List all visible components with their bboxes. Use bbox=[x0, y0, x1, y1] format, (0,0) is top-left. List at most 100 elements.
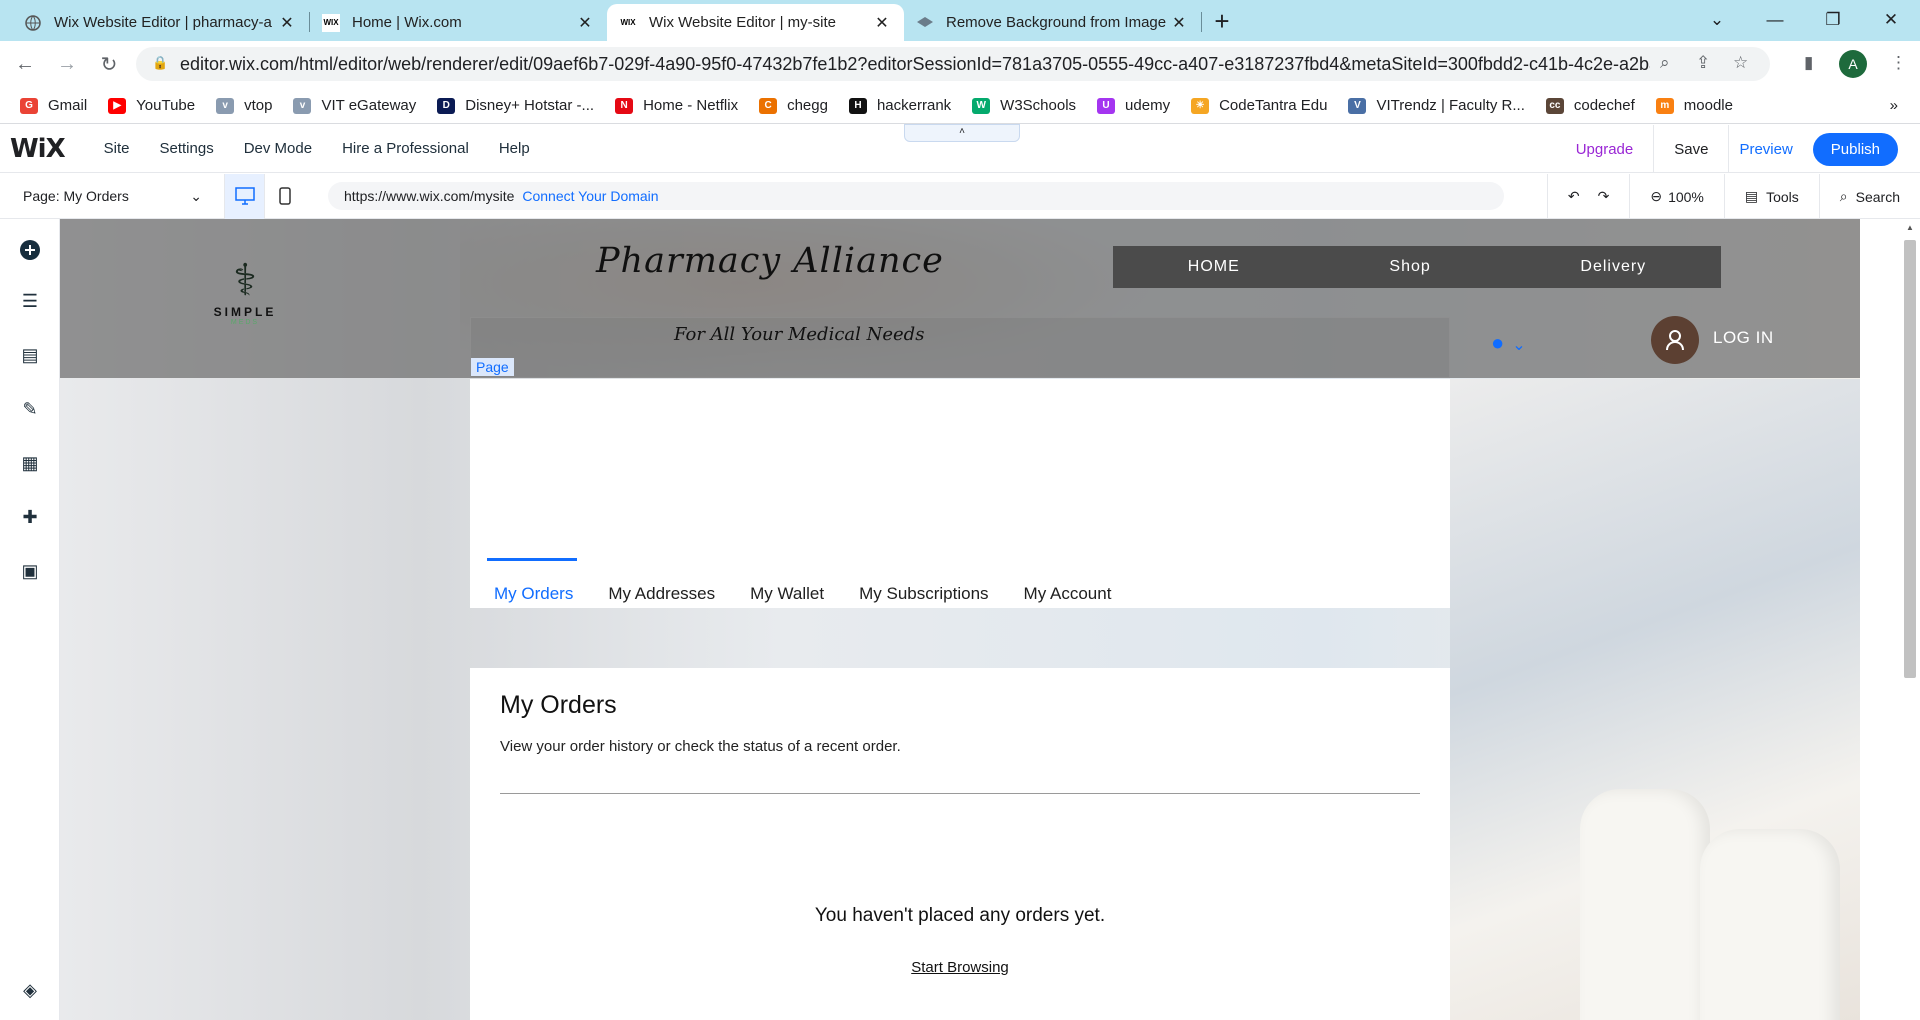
bookmark-favicon-icon: v bbox=[216, 97, 235, 114]
bookmark-item[interactable]: v VIT eGateway bbox=[293, 97, 416, 114]
bookmark-label: chegg bbox=[787, 97, 828, 114]
design-icon[interactable]: ✎ bbox=[18, 399, 42, 423]
bookmark-item[interactable]: ▶ YouTube bbox=[108, 97, 195, 114]
bookmark-item[interactable]: D Disney+ Hotstar -... bbox=[437, 97, 594, 114]
tab-my-orders[interactable]: My Orders bbox=[486, 558, 578, 608]
zoom-button[interactable]: ⊖ 100% bbox=[1629, 174, 1724, 219]
share-icon[interactable]: ⇪ bbox=[1696, 53, 1710, 73]
zoom-icon[interactable]: ⌕ bbox=[1660, 53, 1670, 73]
publish-button[interactable]: Publish bbox=[1812, 132, 1898, 166]
back-icon[interactable]: ← bbox=[8, 53, 42, 76]
bookmarks-overflow-icon[interactable]: » bbox=[1890, 97, 1898, 114]
search-button[interactable]: ⌕ Search bbox=[1818, 174, 1920, 219]
site-logo[interactable]: ⚕ SIMPLE MEDS bbox=[210, 257, 280, 343]
tab-search-icon[interactable]: ⌄ bbox=[1688, 10, 1746, 30]
connect-domain-link[interactable]: Connect Your Domain bbox=[522, 188, 658, 204]
page-selector-label: Page: My Orders bbox=[23, 188, 129, 204]
bottle-image bbox=[1580, 789, 1710, 1020]
tools-button[interactable]: ▤ Tools bbox=[1723, 174, 1819, 219]
tab-my-subscriptions[interactable]: My Subscriptions bbox=[859, 584, 988, 608]
add-elements-icon[interactable] bbox=[18, 239, 42, 263]
bookmark-item[interactable]: m moodle bbox=[1655, 97, 1733, 114]
minimize-icon[interactable]: — bbox=[1746, 10, 1804, 30]
browser-tab-1[interactable]: Wix Website Editor | pharmacy-a ✕ bbox=[12, 4, 309, 41]
menu-site[interactable]: Site bbox=[104, 140, 130, 157]
member-menu[interactable]: ● ⌄ bbox=[1491, 330, 1526, 356]
menu-dev-mode[interactable]: Dev Mode bbox=[244, 140, 312, 157]
bookmark-favicon-icon: ☀ bbox=[1191, 97, 1210, 114]
bookmark-label: YouTube bbox=[136, 97, 196, 114]
bookmark-item[interactable]: v vtop bbox=[216, 97, 272, 114]
browser-tab-2[interactable]: WIX Home | Wix.com ✕ bbox=[310, 4, 607, 41]
start-browsing-text[interactable]: Start Browsing bbox=[911, 959, 1009, 976]
sections-icon[interactable]: ☰ bbox=[18, 291, 42, 315]
bookmark-item[interactable]: Hhackerrank bbox=[848, 97, 951, 114]
tab-my-wallet[interactable]: My Wallet bbox=[750, 584, 824, 608]
business-apps-icon[interactable]: ✚ bbox=[18, 507, 42, 531]
pages-icon[interactable]: ▤ bbox=[18, 345, 42, 369]
profile-avatar[interactable]: A bbox=[1839, 50, 1867, 78]
new-tab-icon[interactable]: + bbox=[1202, 6, 1242, 37]
media-icon[interactable]: ▣ bbox=[18, 561, 42, 585]
star-icon[interactable]: ☆ bbox=[1733, 53, 1748, 73]
site-title[interactable]: Pharmacy Alliance bbox=[596, 241, 944, 281]
bookmark-item[interactable]: W W3Schools bbox=[972, 97, 1076, 114]
close-icon[interactable]: ✕ bbox=[575, 13, 595, 33]
browser-tab-4[interactable]: Remove Background from Image ✕ bbox=[904, 4, 1201, 41]
preview-button[interactable]: Preview bbox=[1739, 141, 1792, 158]
url-field[interactable]: 🔒 editor.wix.com/html/editor/web/rendere… bbox=[136, 47, 1770, 81]
collapse-toolbar-handle[interactable]: ˄ bbox=[904, 124, 1020, 142]
mobile-view-button[interactable] bbox=[264, 173, 304, 219]
nav-home[interactable]: HOME bbox=[1188, 258, 1240, 276]
upgrade-link[interactable]: Upgrade bbox=[1576, 141, 1634, 158]
close-window-icon[interactable]: ✕ bbox=[1862, 10, 1920, 30]
bookmark-item[interactable]: Cchegg bbox=[759, 97, 828, 114]
menu-settings[interactable]: Settings bbox=[160, 140, 214, 157]
reload-icon[interactable]: ↻ bbox=[92, 52, 126, 77]
page-label-tag[interactable]: Page bbox=[471, 358, 514, 376]
site-tagline[interactable]: For All Your Medical Needs bbox=[674, 324, 924, 345]
scroll-up-icon[interactable]: ▲ bbox=[1906, 223, 1914, 232]
redo-icon[interactable]: ↷ bbox=[1598, 188, 1610, 205]
bookmark-favicon-icon: U bbox=[1097, 97, 1116, 114]
bookmark-label: Home - Netflix bbox=[643, 97, 739, 114]
browser-tab-3[interactable]: WIX Wix Website Editor | my-site ✕ bbox=[607, 4, 904, 41]
tab-my-account[interactable]: My Account bbox=[1024, 584, 1112, 608]
bookmark-item[interactable]: cc codechef bbox=[1545, 97, 1635, 114]
bookmark-item[interactable]: G Gmail bbox=[20, 97, 87, 114]
editor-canvas[interactable]: ⚕ SIMPLE MEDS Pharmacy Alliance HOME Sho… bbox=[60, 219, 1860, 1020]
login-link[interactable]: LOG IN bbox=[1713, 328, 1774, 348]
login-avatar[interactable] bbox=[1651, 316, 1699, 364]
undo-icon[interactable]: ↶ bbox=[1568, 188, 1580, 205]
save-button[interactable]: Save bbox=[1674, 141, 1708, 158]
lock-icon[interactable]: 🔒 bbox=[152, 55, 168, 71]
site-header[interactable]: ⚕ SIMPLE MEDS Pharmacy Alliance HOME Sho… bbox=[60, 219, 1860, 378]
close-icon[interactable]: ✕ bbox=[1169, 13, 1189, 33]
nav-delivery[interactable]: Delivery bbox=[1580, 258, 1646, 276]
layers-icon[interactable]: ◈ bbox=[18, 980, 42, 1004]
restore-icon[interactable]: ❐ bbox=[1804, 10, 1862, 30]
sidebar-icon[interactable]: ▮ bbox=[1804, 53, 1813, 73]
nav-shop[interactable]: Shop bbox=[1389, 258, 1430, 276]
menu-help[interactable]: Help bbox=[499, 140, 530, 157]
bookmark-item[interactable]: N Home - Netflix bbox=[615, 97, 738, 114]
page-section-outline[interactable] bbox=[470, 317, 1450, 378]
close-icon[interactable]: ✕ bbox=[277, 13, 297, 33]
top-actions: Upgrade Save Preview Publish bbox=[1576, 125, 1920, 173]
page-selector[interactable]: Page: My Orders ⌄ bbox=[0, 188, 224, 205]
tab-my-addresses[interactable]: My Addresses bbox=[608, 584, 715, 608]
scrollbar-thumb[interactable] bbox=[1904, 240, 1916, 678]
menu-hire-professional[interactable]: Hire a Professional bbox=[342, 140, 469, 157]
bookmark-item[interactable]: ☀ CodeTantra Edu bbox=[1191, 97, 1327, 114]
bookmark-item[interactable]: V VITrendz | Faculty R... bbox=[1348, 97, 1525, 114]
bookmark-item[interactable]: Uudemy bbox=[1097, 97, 1170, 114]
search-label: Search bbox=[1855, 188, 1900, 205]
wix-logo[interactable]: WiX bbox=[10, 134, 66, 164]
divider bbox=[1728, 125, 1730, 173]
close-icon[interactable]: ✕ bbox=[872, 13, 892, 33]
forward-icon[interactable]: → bbox=[50, 53, 84, 76]
apps-icon[interactable]: ▦ bbox=[18, 453, 42, 477]
desktop-view-button[interactable] bbox=[224, 173, 264, 219]
menu-kebab-icon[interactable]: ⋮ bbox=[1890, 53, 1907, 73]
editor-left-panel: ☰ ▤ ✎ ▦ ✚ ▣ ◈ bbox=[0, 219, 60, 1020]
